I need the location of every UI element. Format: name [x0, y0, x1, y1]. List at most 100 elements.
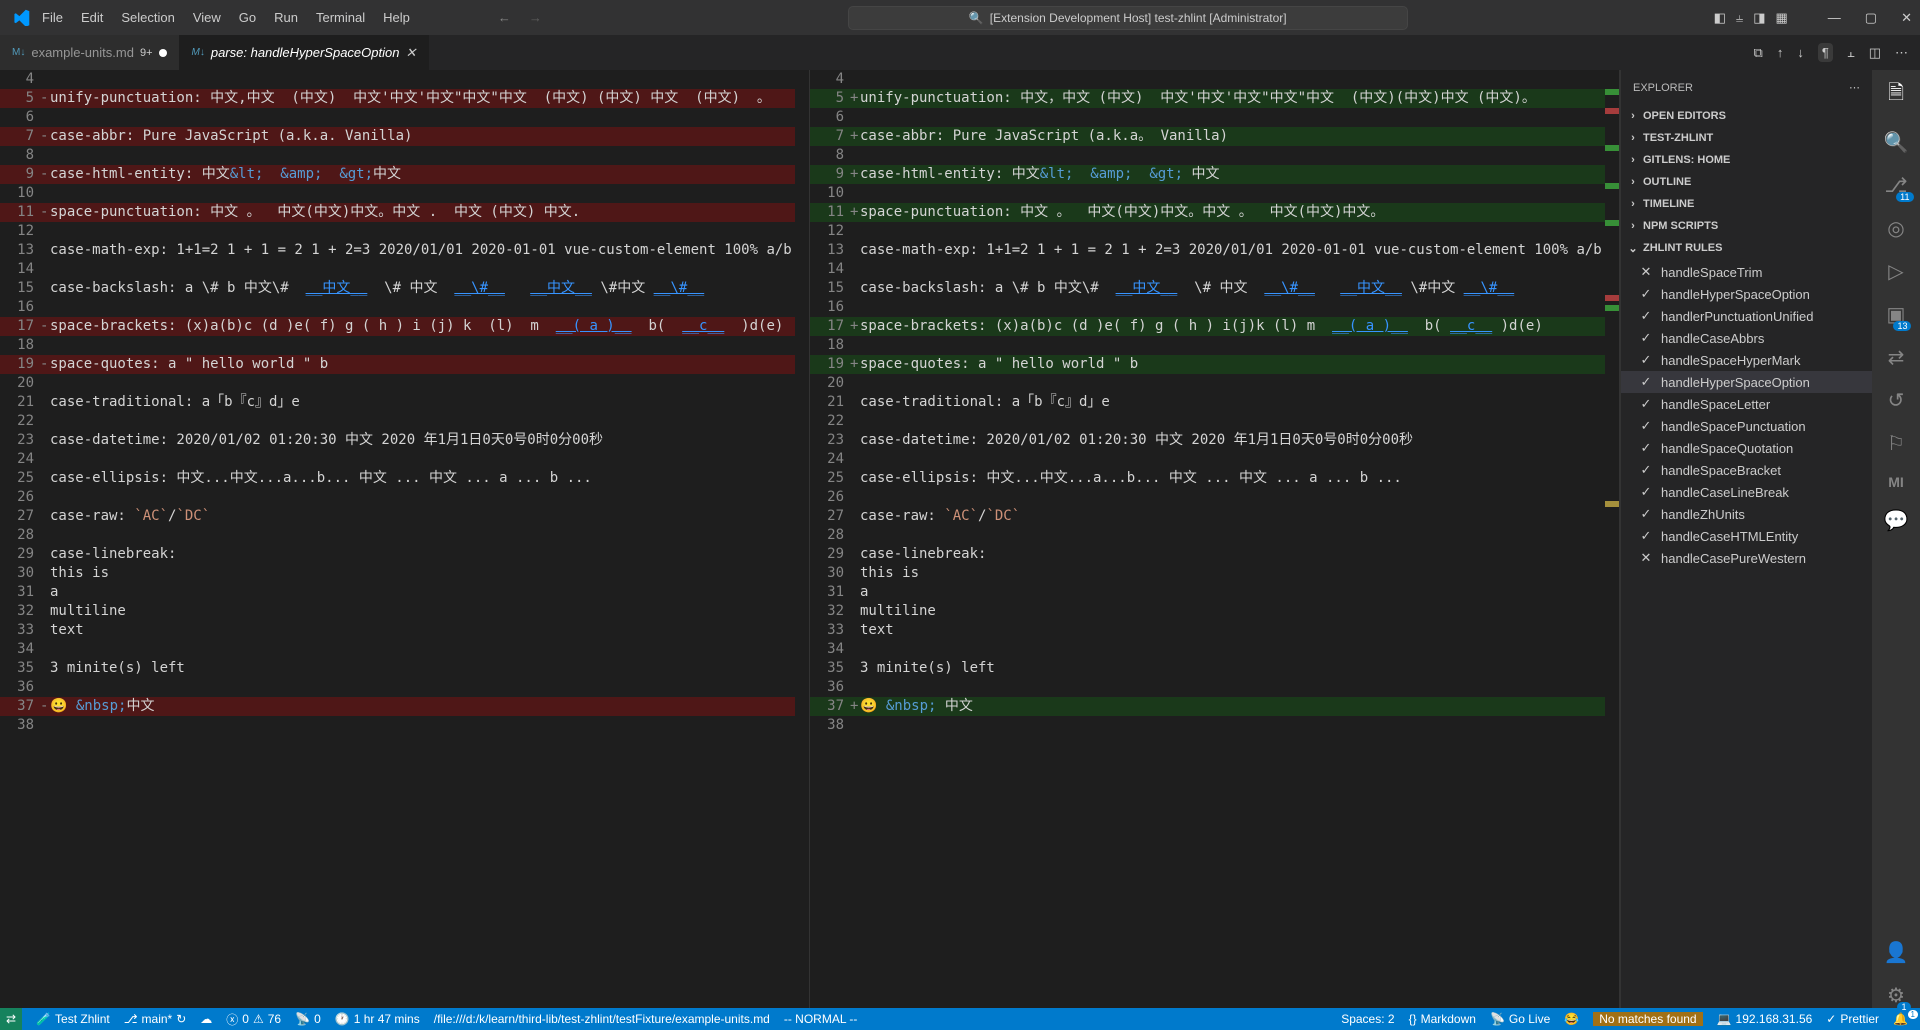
window-maximize-icon[interactable]: ▢ [1865, 10, 1877, 26]
nav-forward-icon[interactable]: → [529, 10, 542, 25]
extensions-icon[interactable]: ▣13 [1887, 302, 1906, 327]
status-emoji[interactable]: 😂 [1564, 1012, 1579, 1026]
rule-item[interactable]: ✓handleCaseHTMLEntity [1621, 525, 1872, 547]
code-line: 4 [810, 70, 1619, 89]
laptop-icon: 💻 [1717, 1012, 1732, 1026]
menu-view[interactable]: View [185, 6, 229, 29]
rule-item[interactable]: ✓handleHyperSpaceOption [1621, 283, 1872, 305]
xiaomi-icon[interactable]: MI [1888, 474, 1904, 490]
menu-terminal[interactable]: Terminal [308, 6, 373, 29]
window-minimize-icon[interactable]: — [1828, 10, 1841, 26]
map-icon[interactable]: ⫠ [1847, 45, 1855, 61]
diff-right-pane[interactable]: 4 5+unify-punctuation: 中文，中文 (中文) 中文'中文'… [810, 70, 1620, 1008]
rule-item[interactable]: ✓handleSpaceLetter [1621, 393, 1872, 415]
remote-indicator[interactable]: ⇄ [0, 1008, 22, 1030]
status-find[interactable]: No matches found [1593, 1012, 1702, 1026]
panel-timeline[interactable]: TIMELINE [1621, 193, 1872, 215]
code-line: 16 [810, 298, 1619, 317]
rule-item[interactable]: ✓handleHyperSpaceOption [1621, 371, 1872, 393]
layout-customize-icon[interactable]: ▦ [1776, 10, 1788, 26]
rule-item[interactable]: ✓handlerPunctuationUnified [1621, 305, 1872, 327]
code-line: 29 case-linebreak: [0, 545, 809, 564]
rule-item[interactable]: ✓handleSpaceQuotation [1621, 437, 1872, 459]
menu-selection[interactable]: Selection [113, 6, 182, 29]
tab[interactable]: M↓parse: handleHyperSpaceOption✕ [180, 35, 430, 70]
run-debug-icon[interactable]: ▷ [1888, 259, 1903, 284]
status-time[interactable]: 🕐1 hr 47 mins [335, 1012, 420, 1026]
arrow-down-icon[interactable]: ↓ [1797, 45, 1804, 60]
minimap-right[interactable] [1605, 70, 1619, 1008]
rule-item[interactable]: ✓handleCaseLineBreak [1621, 481, 1872, 503]
source-control-icon[interactable]: ⎇11 [1884, 173, 1907, 198]
menu-help[interactable]: Help [375, 6, 418, 29]
history-icon[interactable]: ↺ [1888, 388, 1905, 413]
explorer-icon[interactable]: 🗎 [1888, 78, 1904, 112]
status-bell[interactable]: 🔔1 [1893, 1012, 1912, 1026]
menu-edit[interactable]: Edit [73, 6, 111, 29]
code-line: 17+space-brackets: (x)a(b)c (d )e( f) g … [810, 317, 1619, 336]
layout-panel-right-icon[interactable]: ◨ [1753, 10, 1765, 26]
code-line: 27 case-raw: `AC`/`DC` [810, 507, 1619, 526]
code-line: 19-space-quotes: a " hello world " b [0, 355, 809, 374]
rule-item[interactable]: ✓handleSpaceHyperMark [1621, 349, 1872, 371]
window-close-icon[interactable]: ✕ [1901, 10, 1912, 26]
panel-open-editors[interactable]: OPEN EDITORS [1621, 105, 1872, 127]
more-icon[interactable]: ⋯ [1895, 45, 1908, 61]
close-icon[interactable]: ✕ [405, 45, 416, 61]
panel-outline[interactable]: OUTLINE [1621, 171, 1872, 193]
tab[interactable]: M↓example-units.md9+ [0, 35, 180, 70]
code-line: 30 this is [0, 564, 809, 583]
whitespace-icon[interactable]: ¶ [1818, 43, 1833, 62]
markdown-icon: M↓ [12, 47, 25, 58]
code-line: 12 [810, 222, 1619, 241]
status-language[interactable]: {} Markdown [1409, 1012, 1476, 1026]
menu-go[interactable]: Go [231, 6, 264, 29]
panel-gitlens-home[interactable]: GITLENS: HOME [1621, 149, 1872, 171]
status-ip[interactable]: 💻 192.168.31.56 [1717, 1012, 1813, 1026]
status-cloud[interactable]: ☁ [200, 1012, 212, 1026]
settings-gear-icon[interactable]: ⚙1 [1887, 983, 1905, 1008]
status-golive[interactable]: 📡 Go Live [1490, 1012, 1550, 1026]
compare-icon[interactable]: ⧉ [1754, 45, 1763, 61]
code-line: 25 case-ellipsis: 中文...中文...a...b... 中文 … [0, 469, 809, 488]
panel-npm-scripts[interactable]: NPM SCRIPTS [1621, 215, 1872, 237]
chevron-icon [1627, 132, 1639, 144]
explorer-title: EXPLORER ⋯ [1621, 70, 1872, 105]
status-branch[interactable]: ⎇ main* ↻ [124, 1012, 187, 1026]
split-icon[interactable]: ◫ [1869, 45, 1881, 61]
remote-icon[interactable]: ⇄ [1888, 345, 1905, 370]
radar-icon[interactable]: ◎ [1887, 216, 1904, 241]
code-line: 15 case-backslash: a \# b 中文\# __中文__ \#… [0, 279, 809, 298]
panel-zhlint-rules[interactable]: ZHLINT RULES [1621, 237, 1872, 259]
status-problems[interactable]: ⓧ0 ⚠76 [226, 1011, 281, 1028]
comment-icon[interactable]: 💬 [1884, 508, 1909, 533]
code-line: 35 3 minite(s) left [810, 659, 1619, 678]
rule-item[interactable]: ✕handleCasePureWestern [1621, 547, 1872, 569]
arrow-up-icon[interactable]: ↑ [1777, 45, 1784, 60]
rule-item[interactable]: ✓handleSpaceBracket [1621, 459, 1872, 481]
rule-item[interactable]: ✕handleSpaceTrim [1621, 261, 1872, 283]
status-project[interactable]: 🧪 Test Zhlint [36, 1012, 110, 1026]
status-path[interactable]: /file:///d:/k/learn/third-lib/test-zhlin… [434, 1012, 770, 1026]
more-icon[interactable]: ⋯ [1849, 81, 1860, 94]
menu-file[interactable]: File [34, 6, 71, 29]
command-center[interactable]: 🔍 [Extension Development Host] test-zhli… [848, 6, 1408, 30]
diff-left-pane[interactable]: 4 5-unify-punctuation: 中文,中文 (中文) 中文'中文'… [0, 70, 810, 1008]
layout-panel-left-icon[interactable]: ◧ [1714, 10, 1726, 26]
rule-item[interactable]: ✓handleCaseAbbrs [1621, 327, 1872, 349]
nav-back-icon[interactable]: ← [498, 10, 511, 25]
menu-run[interactable]: Run [266, 6, 306, 29]
rule-item[interactable]: ✓handleSpacePunctuation [1621, 415, 1872, 437]
search-icon[interactable]: 🔍 [1884, 130, 1909, 155]
panel-test-zhlint[interactable]: TEST-ZHLINT [1621, 127, 1872, 149]
status-prettier[interactable]: ✓ Prettier [1826, 1012, 1879, 1026]
bookmark-icon[interactable]: ⚐ [1887, 431, 1905, 456]
status-spaces[interactable]: Spaces: 2 [1341, 1012, 1394, 1026]
account-icon[interactable]: 👤 [1884, 940, 1909, 965]
rule-item[interactable]: ✓handleZhUnits [1621, 503, 1872, 525]
code-line: 35 3 minite(s) left [0, 659, 809, 678]
layout-panel-bottom-icon[interactable]: ⫨ [1736, 10, 1743, 26]
status-ports[interactable]: 📡0 [295, 1012, 321, 1026]
rule-label: handleSpaceLetter [1661, 397, 1770, 412]
minimap-left[interactable] [795, 70, 809, 1008]
